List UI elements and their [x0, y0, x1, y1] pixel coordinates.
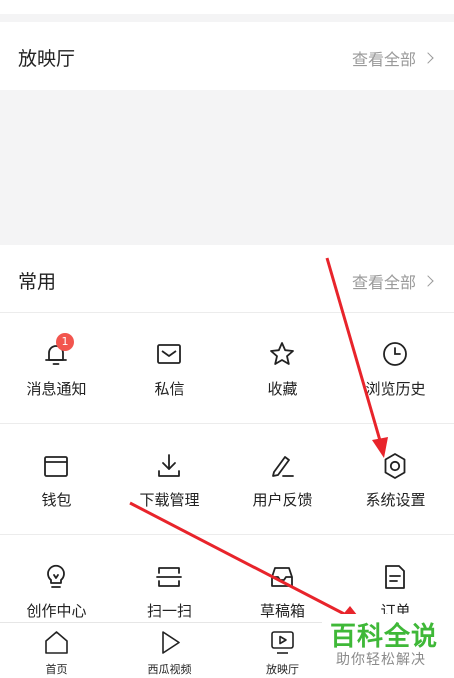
tab-xigua-video[interactable]: 西瓜视频 — [113, 623, 226, 678]
watermark: 百科全说 助你轻松解决 — [322, 614, 454, 677]
watermark-subtitle: 助你轻松解决 — [336, 652, 426, 668]
tab-home[interactable]: 首页 — [0, 623, 113, 678]
home-icon — [45, 631, 68, 654]
arrow-to-tabbar — [129, 501, 365, 625]
annotation-arrows — [129, 257, 388, 625]
tab-label: 首页 — [45, 663, 68, 676]
arrow-to-settings — [325, 257, 388, 458]
watermark-title: 百科全说 — [330, 622, 439, 652]
tab-label: 西瓜视频 — [147, 663, 192, 676]
play-icon — [162, 631, 180, 654]
tv-play-icon — [271, 631, 294, 654]
